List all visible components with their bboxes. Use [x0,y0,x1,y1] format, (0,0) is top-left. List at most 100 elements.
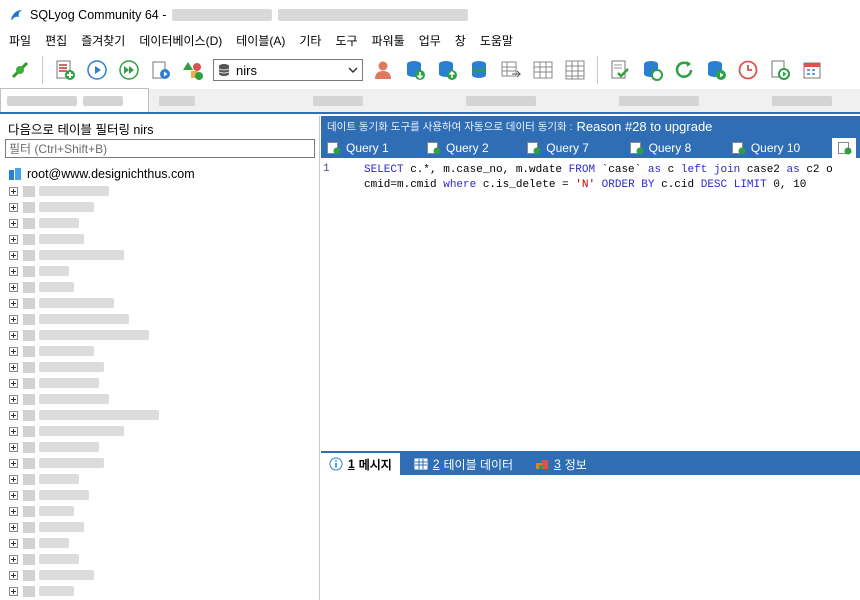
schema-sync-button[interactable] [497,56,525,84]
connection-tab[interactable] [766,90,856,112]
connection-tab[interactable] [460,90,609,112]
connection-tab[interactable] [613,90,762,112]
tab-query-7[interactable]: Query 7 [521,138,619,158]
expand-plus-icon[interactable] [9,186,18,196]
menu-window[interactable]: 창 [448,32,473,49]
expand-plus-icon[interactable] [9,458,18,468]
expand-plus-icon[interactable] [9,442,18,452]
calendar-button[interactable] [798,56,826,84]
new-query-button[interactable] [51,56,79,84]
tab-query-10[interactable]: Query 10 [726,138,828,158]
tree-database-row[interactable] [0,279,319,295]
table-designer-button[interactable] [529,56,557,84]
upgrade-banner[interactable]: 데이트 동기화 도구를 사용하여 자동으로 데이터 동기화 : Reason #… [321,116,860,136]
expand-plus-icon[interactable] [9,282,18,292]
tree-database-row[interactable] [0,343,319,359]
menu-edit[interactable]: 편집 [38,32,74,49]
tab-info[interactable]: 3 정보 [527,453,595,475]
tree-database-row[interactable] [0,583,319,599]
execute-edit-button[interactable] [147,56,175,84]
expand-plus-icon[interactable] [9,538,18,548]
tree-database-row[interactable] [0,439,319,455]
expand-plus-icon[interactable] [9,234,18,244]
tree-database-row[interactable] [0,231,319,247]
job-run-button[interactable] [766,56,794,84]
tree-database-row[interactable] [0,295,319,311]
tree-database-row[interactable] [0,359,319,375]
tree-database-row[interactable] [0,247,319,263]
expand-plus-icon[interactable] [9,250,18,260]
backup-button[interactable] [465,56,493,84]
table-filter-input[interactable] [5,139,315,158]
tab-query-1[interactable]: Query 1 [321,138,417,158]
tab-query-active[interactable] [832,138,857,158]
tree-database-row[interactable] [0,215,319,231]
scheduler-button[interactable] [734,56,762,84]
tree-database-row[interactable] [0,423,319,439]
connect-button[interactable] [6,56,34,84]
expand-plus-icon[interactable] [9,490,18,500]
refresh-button[interactable] [670,56,698,84]
menu-tools[interactable]: 도구 [328,32,364,49]
tab-query-2[interactable]: Query 2 [421,138,517,158]
menu-database[interactable]: 데이터베이스(D) [132,32,229,49]
expand-plus-icon[interactable] [9,218,18,228]
expand-plus-icon[interactable] [9,266,18,276]
menu-powertools[interactable]: 파워툴 [365,32,412,49]
migration-button[interactable] [702,56,730,84]
expand-plus-icon[interactable] [9,202,18,212]
expand-plus-icon[interactable] [9,554,18,564]
tree-database-row[interactable] [0,407,319,423]
expand-plus-icon[interactable] [9,362,18,372]
tree-root-connection[interactable]: root@www.designichthus.com [0,165,319,183]
tree-database-row[interactable] [0,535,319,551]
expand-plus-icon[interactable] [9,506,18,516]
tree-database-row[interactable] [0,391,319,407]
expand-plus-icon[interactable] [9,410,18,420]
check-button[interactable] [606,56,634,84]
export-button[interactable] [433,56,461,84]
expand-plus-icon[interactable] [9,570,18,580]
user-manager-button[interactable] [369,56,397,84]
tab-table-data[interactable]: 2 테이블 데이터 [406,453,521,475]
tree-database-row[interactable] [0,551,319,567]
expand-plus-icon[interactable] [9,346,18,356]
tree-database-row[interactable] [0,311,319,327]
import-button[interactable] [401,56,429,84]
tab-messages[interactable]: 1 메시지 [321,453,400,475]
tree-database-row[interactable] [0,519,319,535]
menu-other[interactable]: 기타 [292,32,328,49]
result-area[interactable] [321,475,860,600]
database-selector[interactable]: nirs [213,59,363,81]
expand-plus-icon[interactable] [9,378,18,388]
sql-editor[interactable]: 1 SELECT c.*, m.case_no, m.wdate FROM `c… [321,158,860,448]
expand-plus-icon[interactable] [9,474,18,484]
tree-database-row[interactable] [0,327,319,343]
expand-plus-icon[interactable] [9,586,18,596]
tree-database-row[interactable] [0,487,319,503]
tree-database-row[interactable] [0,263,319,279]
tree-database-row[interactable] [0,503,319,519]
expand-plus-icon[interactable] [9,330,18,340]
tree-database-row[interactable] [0,375,319,391]
connection-tab[interactable] [307,90,456,112]
expand-plus-icon[interactable] [9,298,18,308]
expand-plus-icon[interactable] [9,522,18,532]
tree-database-row[interactable] [0,183,319,199]
data-sync-button[interactable] [638,56,666,84]
schema-designer-button[interactable] [179,56,207,84]
tree-database-row[interactable] [0,471,319,487]
connection-tab[interactable] [153,90,302,112]
menu-file[interactable]: 파일 [0,32,38,49]
tree-database-row[interactable] [0,455,319,471]
menu-work[interactable]: 업무 [412,32,448,49]
connection-tab[interactable] [0,88,150,112]
expand-plus-icon[interactable] [9,314,18,324]
tab-query-8[interactable]: Query 8 [624,138,722,158]
tree-database-row[interactable] [0,567,319,583]
menu-help[interactable]: 도움말 [473,32,520,49]
data-grid-button[interactable] [561,56,589,84]
execute-query-button[interactable] [83,56,111,84]
tree-database-row[interactable] [0,199,319,215]
menu-table[interactable]: 테이블(A) [229,32,292,49]
